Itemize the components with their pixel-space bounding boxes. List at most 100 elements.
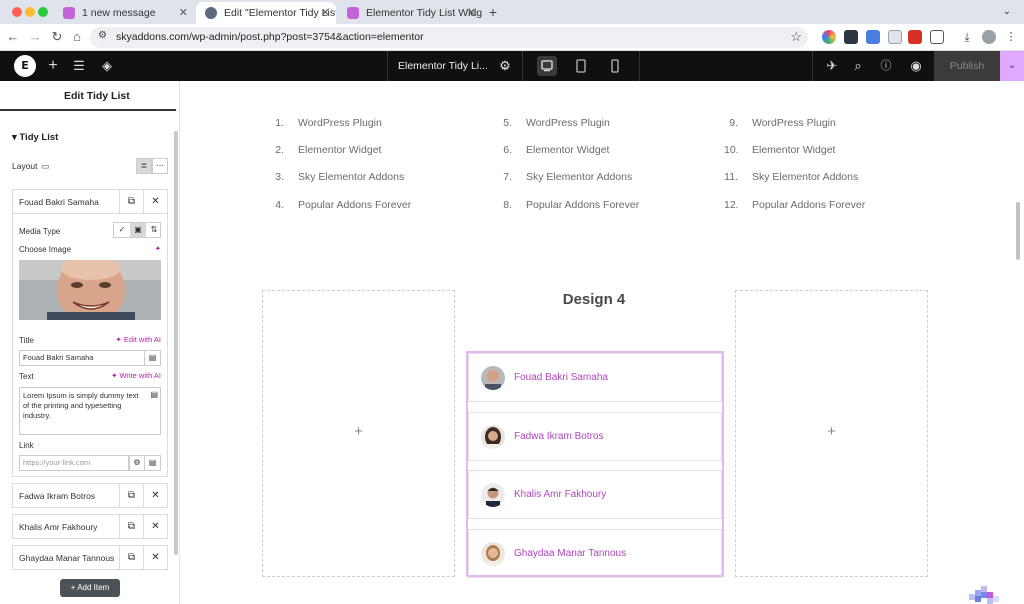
link-input[interactable]: https://your-link.com	[19, 455, 129, 471]
text-value: Lorem Ipsum is simply dummy text of the …	[23, 391, 139, 420]
list-item[interactable]: Ghaydaa Manar Tannous	[468, 529, 722, 578]
remove-icon[interactable]: ✕	[143, 190, 167, 213]
globe-favicon-icon	[205, 7, 217, 19]
canvas-scrollbar[interactable]	[1016, 202, 1020, 260]
write-with-ai-button[interactable]: ✦ Write with AI	[111, 371, 161, 380]
address-bar[interactable]: ⚙ skyaddons.com/wp-admin/post.php?post=3…	[90, 27, 808, 48]
media-type-switch: ✓ ▣ ⇅	[113, 222, 161, 238]
tab-search-icon[interactable]: ⌄	[998, 3, 1016, 21]
reload-icon[interactable]: ↻	[48, 28, 66, 46]
page-settings-gear-icon[interactable]: ⚙	[496, 57, 514, 75]
help-icon[interactable]: ⓘ	[877, 57, 895, 75]
media-icon-option-icon[interactable]: ⇅	[146, 223, 162, 237]
repeater-item[interactable]: Ghaydaa Manar Tannous ⧉ ✕	[12, 545, 168, 570]
bolt-extension-icon[interactable]	[888, 30, 902, 44]
browser-tab-widget[interactable]: Elementor Tidy List Widget - ✕	[338, 2, 482, 24]
back-arrow-icon[interactable]: ←	[4, 28, 22, 46]
download-icon[interactable]: ⤓	[960, 30, 974, 44]
mobile-device-icon[interactable]	[605, 56, 625, 76]
image-preview[interactable]	[19, 260, 161, 320]
ai-sparkle-icon[interactable]: ✦	[155, 244, 161, 253]
title-input[interactable]: Fouad Bakri Samaha	[19, 350, 145, 366]
close-tab-icon[interactable]: ✕	[179, 2, 188, 24]
site-info-icon[interactable]: ⚙	[98, 30, 107, 41]
tablet-device-icon[interactable]	[571, 56, 591, 76]
list-item[interactable]: Fouad Bakri Samaha	[468, 353, 722, 402]
duplicate-icon[interactable]: ⧉	[119, 546, 143, 569]
edit-with-ai-button[interactable]: ✦ Edit with AI	[116, 335, 161, 344]
media-image-icon[interactable]: ▣	[130, 223, 146, 237]
layout-list-option[interactable]: ≣	[136, 158, 152, 174]
media-type-label: Media Type	[19, 227, 61, 236]
profile-avatar[interactable]	[982, 30, 996, 44]
notifications-megaphone-icon[interactable]: ✈	[823, 57, 841, 75]
dynamic-tags-icon[interactable]: ▤	[145, 455, 161, 471]
add-item-label: Add Item	[77, 583, 110, 592]
structure-layers-icon[interactable]: ◈	[98, 57, 116, 75]
remove-icon[interactable]: ✕	[143, 484, 167, 507]
responsive-desktop-icon[interactable]: ▭	[41, 161, 50, 172]
translate-extension-icon[interactable]	[866, 30, 880, 44]
shield-extension-icon[interactable]	[844, 30, 858, 44]
numbered-list-column: 1. WordPress Plugin 2. Elementor Widget 3.…	[275, 117, 412, 211]
publish-options-chevron-icon[interactable]: ⌄	[1000, 51, 1024, 81]
home-icon[interactable]: ⌂	[68, 28, 86, 46]
repeater-item[interactable]: Khalis Amr Fakhoury ⧉ ✕	[12, 514, 168, 539]
media-none-check-icon[interactable]: ✓	[114, 223, 130, 237]
add-item-button[interactable]: + Add Item	[60, 579, 120, 597]
choose-image-label: Choose Image	[19, 245, 72, 254]
layout-inline-option[interactable]: ⋯	[152, 158, 168, 174]
add-widget-plus-icon[interactable]: +	[263, 423, 454, 440]
url-text: skyaddons.com/wp-admin/post.php?post=375…	[116, 31, 424, 43]
tidy-list-section-toggle[interactable]: ▾ Tidy List	[12, 132, 58, 143]
add-element-icon[interactable]: +	[44, 57, 62, 75]
text-textarea[interactable]: Lorem Ipsum is simply dummy text of the …	[19, 387, 161, 435]
duplicate-icon[interactable]: ⧉	[119, 515, 143, 538]
avatar	[481, 425, 505, 449]
empty-column-right[interactable]: +	[735, 290, 928, 577]
list-item[interactable]: Fadwa Ikram Botros	[468, 412, 722, 461]
browser-tab-editor[interactable]: Edit "Elementor Tidy List Wid ✕	[196, 2, 336, 24]
duplicate-icon[interactable]: ⧉	[119, 484, 143, 507]
duplicate-icon[interactable]: ⧉	[119, 190, 143, 213]
list-item[interactable]: Khalis Amr Fakhoury	[468, 470, 722, 519]
add-widget-plus-icon[interactable]: +	[736, 423, 927, 440]
elementor-logo-icon[interactable]: E	[14, 55, 36, 77]
link-options-gear-icon[interactable]: ⚙	[129, 455, 145, 471]
search-icon[interactable]: ⌕	[849, 57, 867, 75]
maximize-window-button[interactable]	[38, 7, 48, 17]
close-tab-icon[interactable]: ✕	[467, 2, 476, 24]
numbered-list-column: 5. WordPress Plugin 6. Elementor Widget 7.…	[503, 117, 640, 211]
browser-tab-messages[interactable]: 1 new message ✕	[54, 2, 194, 24]
close-tab-icon[interactable]: ✕	[321, 2, 330, 24]
new-tab-button[interactable]: +	[484, 2, 502, 22]
color-extension-icon[interactable]	[822, 30, 836, 44]
desktop-device-icon[interactable]	[537, 56, 557, 76]
repeater-item[interactable]: Fadwa Ikram Botros ⧉ ✕	[12, 483, 168, 508]
remove-icon[interactable]: ✕	[143, 515, 167, 538]
site-settings-icon[interactable]: ☰	[70, 57, 88, 75]
editor-right-tools: ✈ ⌕ ⓘ ◉	[812, 51, 934, 81]
remove-icon[interactable]: ✕	[143, 546, 167, 569]
repeater-item-open[interactable]: Fouad Bakri Samaha ⧉ ✕	[12, 189, 168, 214]
bookmark-star-icon[interactable]: ☆	[790, 29, 802, 45]
puzzle-extensions-icon[interactable]	[930, 30, 944, 44]
preview-eye-icon[interactable]: ◉	[907, 57, 925, 75]
browser-menu-icon[interactable]: ⋮	[1004, 30, 1018, 44]
person-name: Fadwa Ikram Botros	[514, 431, 604, 442]
empty-column-left[interactable]: +	[262, 290, 455, 577]
dynamic-tags-icon[interactable]: ▤	[145, 350, 161, 366]
tab-title: Edit "Elementor Tidy List Wid	[224, 7, 336, 19]
publish-button[interactable]: Publish	[934, 51, 1000, 81]
document-title: Elementor Tidy Li...	[398, 60, 488, 72]
sky-favicon-icon	[347, 7, 359, 19]
tidy-list-widget[interactable]: Fouad Bakri Samaha Fadwa Ikram Botros Kh…	[466, 351, 724, 578]
layout-label: Layout	[12, 161, 38, 171]
minimize-window-button[interactable]	[25, 7, 35, 17]
forward-arrow-icon[interactable]: →	[26, 28, 44, 46]
red-extension-icon[interactable]	[908, 30, 922, 44]
close-window-button[interactable]	[12, 7, 22, 17]
dynamic-tags-icon[interactable]: ▤	[150, 390, 158, 400]
wordpress-favicon-icon	[63, 7, 75, 19]
panel-scrollbar[interactable]	[174, 131, 178, 555]
